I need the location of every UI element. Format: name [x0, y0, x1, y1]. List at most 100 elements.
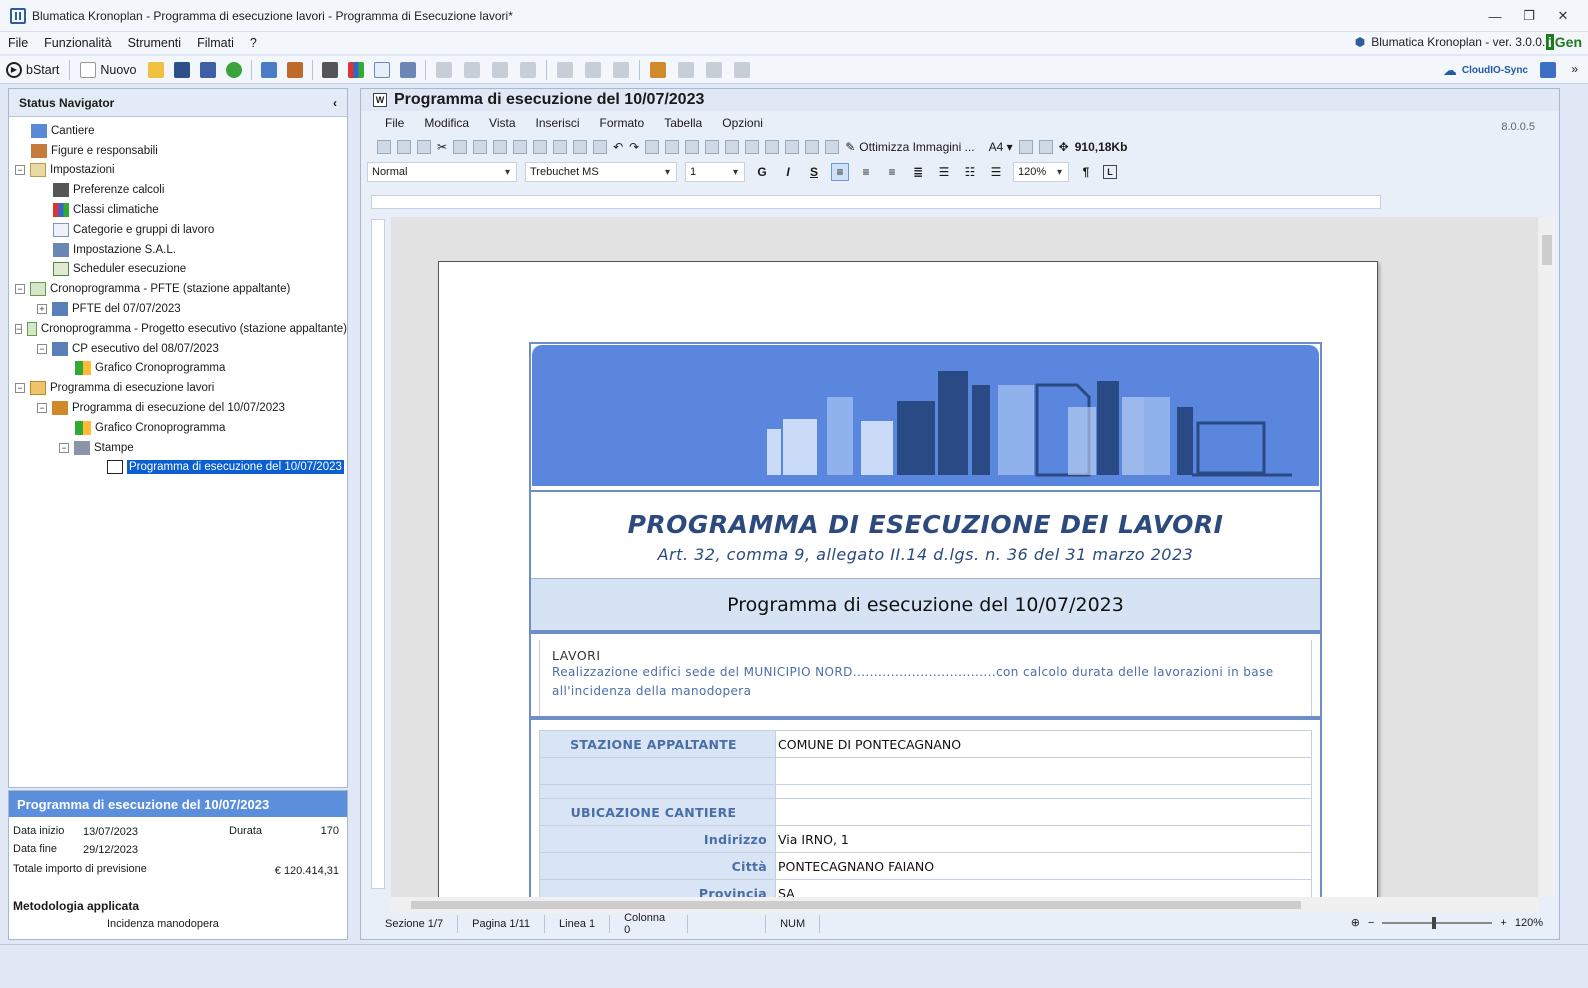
page-icon[interactable]: [785, 140, 800, 154]
ottimizza-button[interactable]: ✎ Ottimizza Immagini ...: [845, 140, 974, 154]
collapse-toggle[interactable]: −: [15, 284, 25, 295]
calculator-icon[interactable]: [399, 61, 416, 78]
refresh-icon[interactable]: [225, 61, 242, 78]
scroll-thumb[interactable]: [411, 901, 1301, 909]
zoom-icon[interactable]: [805, 140, 820, 154]
paragraph-icon[interactable]: [1038, 140, 1053, 154]
disabled-tool-icon[interactable]: [556, 61, 573, 78]
tools-icon[interactable]: [321, 61, 338, 78]
tree-item-stampe[interactable]: − Stampe: [15, 438, 347, 458]
tree-item-programma-esecuzione[interactable]: − Programma di esecuzione del 10/07/2023: [15, 398, 347, 418]
collapse-toggle[interactable]: −: [37, 343, 47, 354]
save-icon[interactable]: [417, 140, 431, 154]
collapse-toggle[interactable]: −: [15, 383, 25, 394]
style-select[interactable]: Normal: [367, 162, 517, 182]
justify-button[interactable]: ≣: [909, 163, 927, 181]
table-icon[interactable]: [373, 61, 390, 78]
save-icon[interactable]: [173, 61, 190, 78]
tree-item-cp-esecutivo[interactable]: − CP esecutivo del 08/07/2023: [15, 339, 347, 359]
paste-icon[interactable]: [593, 140, 608, 154]
find-icon[interactable]: [645, 140, 660, 154]
collapse-toggle[interactable]: −: [59, 442, 69, 453]
paste-icon[interactable]: [513, 140, 528, 154]
open-icon[interactable]: [397, 140, 411, 154]
italic-button[interactable]: I: [779, 163, 797, 181]
crane-star-icon[interactable]: [649, 61, 666, 78]
tree-item-sal[interactable]: Impostazione S.A.L.: [15, 240, 347, 260]
document-canvas[interactable]: PROGRAMMA DI ESECUZIONE DEI LAVORI Art. …: [391, 217, 1538, 897]
tree-item-programma-lavori[interactable]: − Programma di esecuzione lavori: [15, 378, 347, 398]
font-select[interactable]: Trebuchet MS: [525, 162, 677, 182]
open-folder-icon[interactable]: [147, 61, 164, 78]
format-icon[interactable]: [573, 140, 588, 154]
sync-icon[interactable]: [1540, 62, 1556, 78]
table-grid-icon[interactable]: [705, 140, 720, 154]
disabled-chart-icon[interactable]: [677, 61, 694, 78]
editor-menu-modifica[interactable]: Modifica: [414, 116, 479, 130]
fit-page-icon[interactable]: ⊕: [1351, 916, 1360, 929]
copy-icon[interactable]: [493, 140, 508, 154]
align-left-button[interactable]: ≡: [831, 163, 849, 181]
table-tool-icon[interactable]: [765, 140, 780, 154]
bar-chart-icon[interactable]: [347, 61, 364, 78]
align-right-button[interactable]: ≡: [883, 163, 901, 181]
horizontal-scrollbar[interactable]: [391, 897, 1538, 913]
cloudio-sync-button[interactable]: ☁ CloudIO-Sync: [1443, 62, 1528, 79]
tree-item-crono-pfte[interactable]: − Cronoprogramma - PFTE (stazione appalt…: [15, 279, 347, 299]
tree-item-grafico-1[interactable]: Grafico Cronoprogramma: [15, 359, 347, 379]
table-tool-icon[interactable]: [725, 140, 740, 154]
citta-value[interactable]: PONTECAGNANO FAIANO: [775, 852, 1312, 880]
editor-menu-formato[interactable]: Formato: [590, 116, 655, 130]
tree-item-figure[interactable]: Figure e responsabili: [15, 141, 347, 161]
vertical-scrollbar[interactable]: [1539, 217, 1555, 897]
document-page[interactable]: PROGRAMMA DI ESECUZIONE DEI LAVORI Art. …: [438, 261, 1378, 897]
numbered-list-button[interactable]: ☷: [961, 163, 979, 181]
stazione-value[interactable]: COMUNE DI PONTECAGNANO: [775, 730, 1312, 758]
new-button[interactable]: Nuovo: [74, 58, 142, 82]
indirizzo-value[interactable]: Via IRNO, 1: [775, 825, 1312, 853]
editor-menu-vista[interactable]: Vista: [479, 116, 525, 130]
tree-item-scheduler[interactable]: Scheduler esecuzione: [15, 260, 347, 280]
disabled-tool-icon[interactable]: [435, 61, 452, 78]
multilevel-list-button[interactable]: ☰: [987, 163, 1005, 181]
frame-icon[interactable]: [825, 140, 840, 154]
tree-item-crono-esecutivo[interactable]: − Cronoprogramma - Progetto esecutivo (s…: [15, 319, 347, 339]
collapse-toggle[interactable]: −: [15, 323, 23, 334]
tree-item-impostazioni[interactable]: − Impostazioni: [15, 161, 347, 181]
align-center-button[interactable]: ≡: [857, 163, 875, 181]
menu-funzionalita[interactable]: Funzionalità: [36, 36, 119, 50]
collapse-icon[interactable]: ‹: [333, 96, 337, 110]
tree-item-preferenze[interactable]: Preferenze calcoli: [15, 180, 347, 200]
provincia-value[interactable]: SA: [775, 879, 1312, 897]
zoom-slider[interactable]: [1382, 916, 1493, 929]
tab-stop-button[interactable]: L: [1103, 165, 1117, 179]
tree-item-stampa-selected[interactable]: Programma di esecuzione del 10/07/2023: [15, 458, 347, 478]
scroll-thumb[interactable]: [1542, 235, 1552, 265]
undo-icon[interactable]: ↶: [613, 140, 623, 154]
empty-cell[interactable]: [775, 757, 1312, 785]
tree-item-categorie[interactable]: Categorie e gruppi di lavoro: [15, 220, 347, 240]
tree-item-classi[interactable]: Classi climatiche: [15, 200, 347, 220]
close-button[interactable]: ✕: [1548, 6, 1578, 26]
tree-item-grafico-2[interactable]: Grafico Cronoprogramma: [15, 418, 347, 438]
restore-button[interactable]: ❐: [1514, 6, 1544, 26]
underline-button[interactable]: S: [805, 163, 823, 181]
paper-size-dropdown[interactable]: A4 ▾: [989, 140, 1013, 154]
disabled-crane-icon[interactable]: [705, 61, 722, 78]
tree-item-cantiere[interactable]: Cantiere: [15, 121, 347, 141]
editor-menu-tabella[interactable]: Tabella: [654, 116, 712, 130]
clear-icon[interactable]: [553, 140, 568, 154]
menu-filmati[interactable]: Filmati: [189, 36, 242, 50]
cut-icon[interactable]: ✂: [437, 140, 447, 154]
print-preview-icon[interactable]: [473, 140, 488, 154]
bold-button[interactable]: G: [753, 163, 771, 181]
building-icon[interactable]: [260, 61, 277, 78]
print-icon[interactable]: [453, 140, 468, 154]
more-icon[interactable]: »: [1571, 62, 1578, 76]
zoom-out-button[interactable]: −: [1368, 917, 1374, 929]
bstart-button[interactable]: ▶ bStart: [0, 58, 65, 82]
page-setup-icon[interactable]: [1018, 140, 1033, 154]
empty-cell[interactable]: [775, 798, 1312, 826]
disabled-chart-icon[interactable]: [463, 61, 480, 78]
zoom-select[interactable]: 120%: [1013, 162, 1069, 182]
